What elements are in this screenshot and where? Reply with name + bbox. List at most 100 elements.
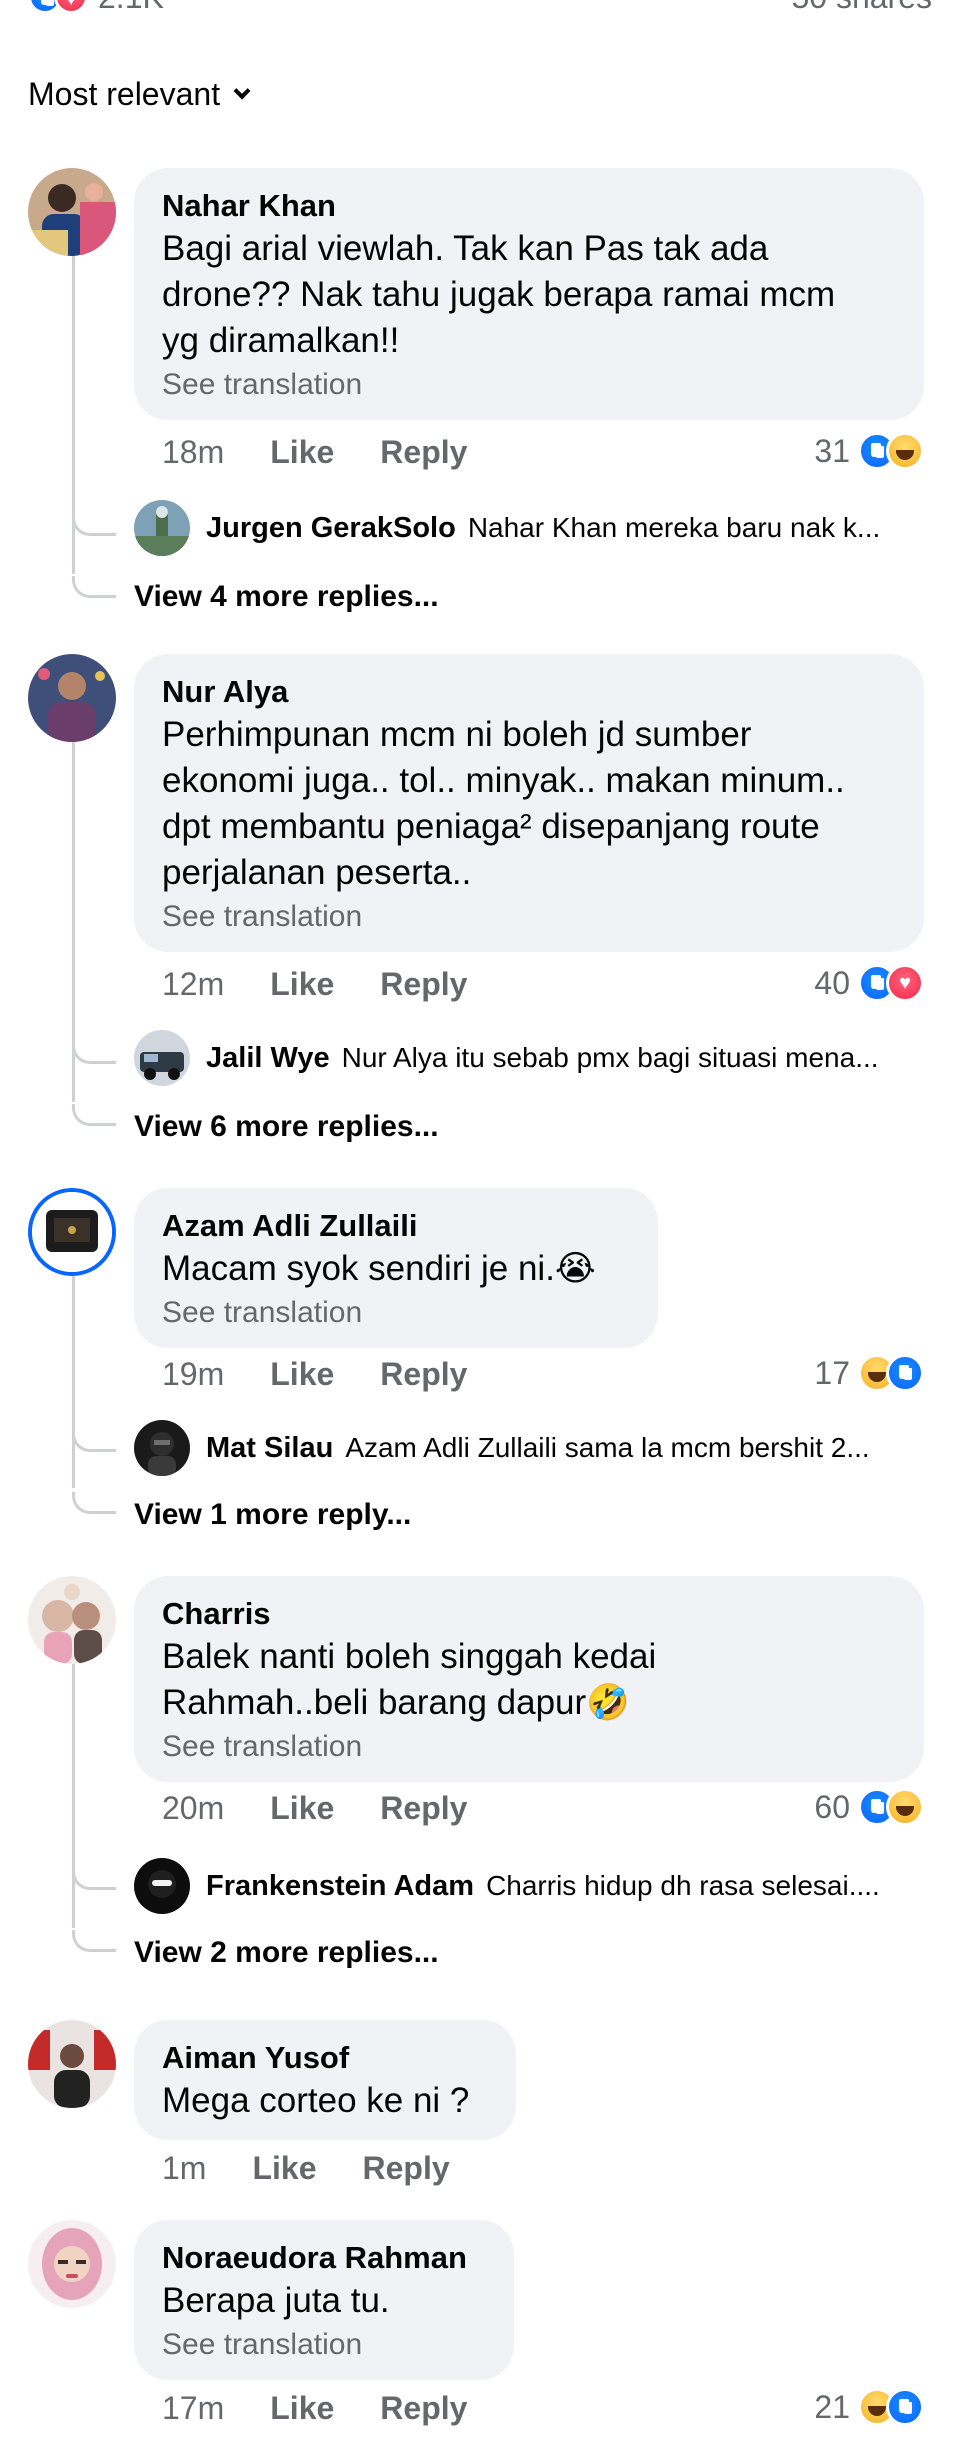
reply-button[interactable]: Reply <box>380 1356 467 1393</box>
reaction-count: 40 <box>814 964 850 1001</box>
avatar[interactable] <box>28 1188 116 1276</box>
haha-icon <box>886 1788 924 1826</box>
avatar[interactable] <box>28 1576 116 1664</box>
avatar[interactable] <box>28 2020 116 2108</box>
comment-text: dpt membantu peniaga² disepanjang route <box>162 807 820 846</box>
reply-button[interactable]: Reply <box>362 2150 449 2187</box>
reply-author[interactable]: Jurgen GerakSolo <box>206 512 456 545</box>
comment-actions: 18m Like Reply <box>162 434 513 471</box>
comment-author[interactable]: Nahar Khan <box>162 186 896 226</box>
thread-connector <box>72 576 116 598</box>
comment-author[interactable]: Charris <box>162 1594 896 1634</box>
see-translation-link[interactable]: See translation <box>162 2326 486 2364</box>
reaction-count: 17 <box>814 1354 850 1391</box>
view-more-replies-link[interactable]: View 1 more reply... <box>134 1498 411 1532</box>
comment-bubble: Aiman Yusof Mega corteo ke ni ? <box>134 2020 516 2140</box>
like-button[interactable]: Like <box>270 1356 334 1393</box>
comment-author[interactable]: Nur Alya <box>162 672 896 712</box>
comment-bubble: Nahar Khan Bagi arial viewlah. Tak kan P… <box>134 168 924 420</box>
reply-preview[interactable]: Jurgen GerakSolo Nahar Khan mereka baru … <box>134 500 934 556</box>
reply-preview[interactable]: Frankenstein Adam Charris hidup dh rasa … <box>134 1858 934 1914</box>
haha-icon <box>886 432 924 470</box>
like-button[interactable]: Like <box>252 2150 316 2187</box>
thread-connector <box>72 1104 116 1126</box>
comment-sort-dropdown[interactable]: Most relevant <box>28 76 251 113</box>
comment-text: ekonomi juga.. tol.. minyak.. makan minu… <box>162 761 845 800</box>
reply-author[interactable]: Jalil Wye <box>206 1042 330 1075</box>
reply-text: Azam Adli Zullaili sama la mcm bershit 2… <box>345 1432 870 1463</box>
comment-time[interactable]: 20m <box>162 1790 224 1827</box>
reply-button[interactable]: Reply <box>380 434 467 471</box>
comment-reactions[interactable]: 40 <box>814 964 924 1002</box>
comment-text: Perhimpunan mcm ni boleh jd sumber <box>162 715 752 754</box>
like-button[interactable]: Like <box>270 2390 334 2427</box>
like-button[interactable]: Like <box>270 1790 334 1827</box>
love-icon <box>54 0 88 14</box>
post-reactions[interactable]: 2.1K <box>28 0 164 14</box>
comment-reactions[interactable]: 31 <box>814 432 924 470</box>
avatar[interactable] <box>134 1420 190 1476</box>
comment-bubble: Nur Alya Perhimpunan mcm ni boleh jd sum… <box>134 654 924 952</box>
comment-text: drone?? Nak tahu jugak berapa ramai mcm <box>162 275 836 314</box>
thread-connector <box>72 1430 116 1452</box>
reply-button[interactable]: Reply <box>380 966 467 1003</box>
thread-connector <box>72 1492 116 1514</box>
reply-button[interactable]: Reply <box>380 2390 467 2427</box>
thread-connector <box>72 1868 116 1890</box>
reply-text: Nur Alya itu sebab pmx bagi situasi mena… <box>341 1042 879 1073</box>
avatar[interactable] <box>28 2220 116 2308</box>
comment-text: Macam syok sendiri je ni.😭 <box>162 1249 596 1288</box>
reaction-count: 21 <box>814 2388 850 2425</box>
comment-reactions[interactable]: 60 <box>814 1788 924 1826</box>
reaction-count: 60 <box>814 1788 850 1825</box>
comment-text: perjalanan peserta.. <box>162 853 472 892</box>
thread-connector <box>72 1930 116 1952</box>
share-count[interactable]: 50 shares <box>791 0 932 14</box>
comment-bubble: Charris Balek nanti boleh singgah kedai … <box>134 1576 924 1782</box>
comment-author[interactable]: Noraeudora Rahman <box>162 2238 486 2278</box>
thread-line <box>72 1664 75 1928</box>
see-translation-link[interactable]: See translation <box>162 366 896 404</box>
comment-time[interactable]: 17m <box>162 2390 224 2427</box>
comment-text: Bagi arial viewlah. Tak kan Pas tak ada <box>162 229 769 268</box>
comment-time[interactable]: 19m <box>162 1356 224 1393</box>
comment-text: Berapa juta tu. <box>162 2281 390 2320</box>
reply-preview[interactable]: Jalil Wye Nur Alya itu sebab pmx bagi si… <box>134 1030 934 1086</box>
comment-author[interactable]: Azam Adli Zullaili <box>162 1206 630 1246</box>
comment-actions: 1m Like Reply <box>162 2150 496 2187</box>
comment-time[interactable]: 12m <box>162 966 224 1003</box>
view-more-replies-link[interactable]: View 2 more replies... <box>134 1936 439 1970</box>
comment-text: Rahmah..beli barang dapur🤣 <box>162 1683 630 1722</box>
comment-reactions[interactable]: 17 <box>814 1354 924 1392</box>
comment-time[interactable]: 1m <box>162 2150 206 2187</box>
comment-bubble: Azam Adli Zullaili Macam syok sendiri je… <box>134 1188 658 1348</box>
comment-reactions[interactable]: 21 <box>814 2388 924 2426</box>
see-translation-link[interactable]: See translation <box>162 1294 630 1332</box>
comment-time[interactable]: 18m <box>162 434 224 471</box>
reply-button[interactable]: Reply <box>380 1790 467 1827</box>
chevron-down-icon <box>233 82 251 99</box>
reply-author[interactable]: Frankenstein Adam <box>206 1870 474 1903</box>
like-icon <box>886 1354 924 1392</box>
reply-author[interactable]: Mat Silau <box>206 1432 333 1465</box>
comment-text: yg diramalkan!! <box>162 321 400 360</box>
comment-actions: 17m Like Reply <box>162 2390 513 2427</box>
like-button[interactable]: Like <box>270 966 334 1003</box>
thread-line <box>72 1276 75 1488</box>
see-translation-link[interactable]: See translation <box>162 1728 896 1766</box>
avatar[interactable] <box>28 654 116 742</box>
avatar[interactable] <box>28 168 116 256</box>
see-translation-link[interactable]: See translation <box>162 898 896 936</box>
reply-preview[interactable]: Mat Silau Azam Adli Zullaili sama la mcm… <box>134 1420 934 1476</box>
avatar[interactable] <box>134 500 190 556</box>
thread-connector <box>72 1042 116 1064</box>
avatar[interactable] <box>134 1030 190 1086</box>
view-more-replies-link[interactable]: View 6 more replies... <box>134 1110 439 1144</box>
sort-label: Most relevant <box>28 76 221 112</box>
reaction-count: 31 <box>814 432 850 469</box>
comment-bubble: Noraeudora Rahman Berapa juta tu. See tr… <box>134 2220 514 2380</box>
avatar[interactable] <box>134 1858 190 1914</box>
comment-author[interactable]: Aiman Yusof <box>162 2038 488 2078</box>
like-button[interactable]: Like <box>270 434 334 471</box>
view-more-replies-link[interactable]: View 4 more replies... <box>134 580 439 614</box>
